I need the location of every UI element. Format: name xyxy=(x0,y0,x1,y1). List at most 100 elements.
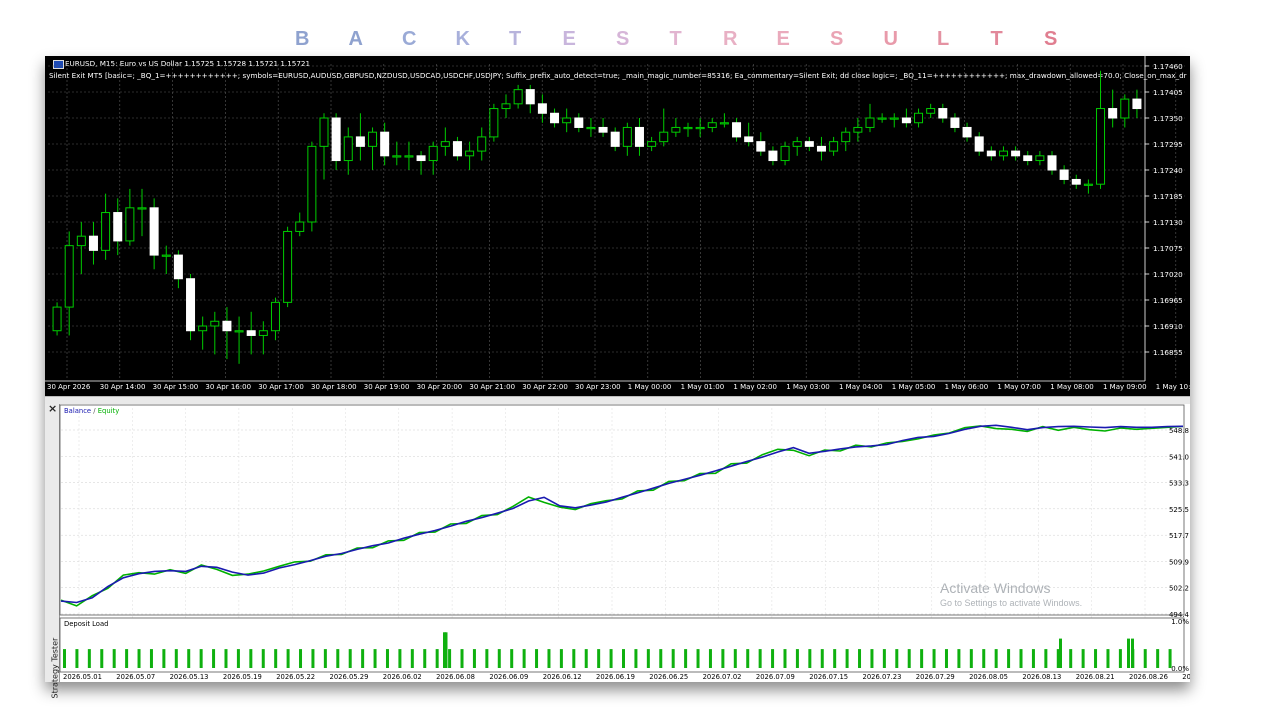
price-tick-label: 1.17405 xyxy=(1153,88,1183,97)
date-tick-label: 2026.05.07 xyxy=(116,673,155,681)
time-tick-label: 1 May 04:00 xyxy=(839,383,883,391)
banner-letter: T xyxy=(990,28,1003,50)
time-tick-label: 1 May 07:00 xyxy=(997,383,1041,391)
deposit-load-bar xyxy=(932,649,936,668)
deposit-load-bar xyxy=(174,649,178,668)
candle-body xyxy=(950,117,960,128)
deposit-load-bar xyxy=(659,649,663,668)
date-tick-label: 2026.05.19 xyxy=(223,673,262,681)
candle-body xyxy=(707,122,717,128)
candle-body xyxy=(1083,183,1093,186)
candle-body xyxy=(962,126,972,138)
deposit-load-bar xyxy=(100,649,104,668)
deposit-load-bar xyxy=(671,649,675,668)
price-chart[interactable]: EURUSD, M15: Euro vs US Dollar 1.15725 1… xyxy=(45,56,1190,396)
deposit-load-bar xyxy=(895,649,899,668)
candle-body xyxy=(671,126,681,133)
deposit-load-bar xyxy=(497,649,501,668)
equity-legend-label: Equity xyxy=(98,407,120,415)
candle-body xyxy=(914,112,924,124)
deposit-load-bar xyxy=(522,649,526,668)
deposit-load-bar xyxy=(808,649,812,668)
candle-body xyxy=(1120,98,1130,119)
candle-body xyxy=(440,141,450,147)
balance-tick-label: 525.5 xyxy=(1169,506,1189,514)
candle-body xyxy=(780,145,790,162)
deposit-tick-label: 0.0% xyxy=(1171,665,1189,673)
candle-body xyxy=(258,330,268,336)
deposit-load-bar xyxy=(721,649,725,668)
time-tick-label: 30 Apr 22:00 xyxy=(522,383,568,391)
date-tick-label: 2026.08.26 xyxy=(1129,673,1168,681)
time-tick-label: 1 May 02:00 xyxy=(733,383,777,391)
candle-body xyxy=(270,301,280,332)
candle-body xyxy=(986,150,996,157)
banner-letter: T xyxy=(509,28,522,50)
close-icon[interactable]: × xyxy=(48,402,57,415)
deposit-load-bar xyxy=(646,649,650,668)
price-tick-label: 1.17130 xyxy=(1153,218,1183,227)
candle-body xyxy=(1011,150,1021,157)
deposit-load-bar xyxy=(1118,649,1122,668)
deposit-load-bar xyxy=(63,649,66,668)
deposit-load-bar xyxy=(696,649,700,668)
candle-body xyxy=(841,131,851,143)
deposit-load-bar xyxy=(460,649,464,668)
time-tick-label: 30 Apr 21:00 xyxy=(469,383,515,391)
deposit-load-bar xyxy=(994,649,998,668)
deposit-load-bar xyxy=(708,649,712,668)
candle-body xyxy=(550,112,560,124)
deposit-load-bar xyxy=(385,649,389,668)
candle-body xyxy=(622,126,632,147)
deposit-load-bar xyxy=(261,649,265,668)
candle-body xyxy=(52,306,62,332)
candle-body xyxy=(246,330,256,336)
candle-body xyxy=(537,103,547,114)
candle-body xyxy=(647,141,657,147)
candle-body xyxy=(307,145,317,223)
balance-legend-label: Balance xyxy=(64,407,91,415)
time-tick-label: 1 May 01:00 xyxy=(681,383,725,391)
deposit-load-bar xyxy=(361,649,365,668)
activate-windows-title: Activate Windows xyxy=(940,580,1051,596)
banner-letter: B xyxy=(295,28,310,50)
deposit-load-bar xyxy=(1059,638,1062,668)
deposit-load-bar xyxy=(746,649,750,668)
deposit-load-bar xyxy=(969,649,973,668)
candle-body xyxy=(513,89,523,105)
candle-body xyxy=(173,254,183,280)
deposit-load-bar xyxy=(584,649,588,668)
candle-body xyxy=(64,245,74,308)
deposit-load-bar xyxy=(547,649,551,668)
time-tick-label: 30 Apr 2026 xyxy=(47,383,91,391)
candle-body xyxy=(683,126,693,130)
deposit-load-bar xyxy=(1127,638,1130,668)
candle-body xyxy=(234,330,244,333)
deposit-load-bar xyxy=(444,632,448,668)
time-tick-label: 1 May 06:00 xyxy=(945,383,989,391)
time-tick-label: 1 May 08:00 xyxy=(1050,383,1094,391)
price-tick-label: 1.17460 xyxy=(1153,62,1183,71)
deposit-load-bar xyxy=(858,649,862,668)
candle-body xyxy=(1071,178,1081,185)
deposit-load-bar xyxy=(634,649,638,668)
banner-letter: A xyxy=(348,28,363,50)
time-tick-label: 1 May 03:00 xyxy=(786,383,830,391)
deposit-load-bar xyxy=(323,649,327,668)
banner-letter: K xyxy=(455,28,470,50)
deposit-load-bar xyxy=(125,649,129,668)
candle-body xyxy=(198,325,208,332)
time-tick-label: 30 Apr 16:00 xyxy=(205,383,251,391)
candle-body xyxy=(853,126,863,133)
candle-body xyxy=(562,117,572,124)
deposit-load-bar xyxy=(348,649,352,668)
candle-body xyxy=(744,136,754,143)
price-tick-label: 1.16855 xyxy=(1153,348,1183,357)
price-tick-label: 1.17350 xyxy=(1153,114,1183,123)
deposit-load-bar xyxy=(572,649,576,668)
time-tick-label: 1 May 05:00 xyxy=(892,383,936,391)
deposit-load-bar xyxy=(957,649,961,668)
strategy-tester-panel: × Strategy Tester Balance / Equity 548.8 5… xyxy=(45,402,1190,699)
deposit-load-bar xyxy=(1044,649,1048,668)
deposit-load-bar xyxy=(944,649,948,668)
